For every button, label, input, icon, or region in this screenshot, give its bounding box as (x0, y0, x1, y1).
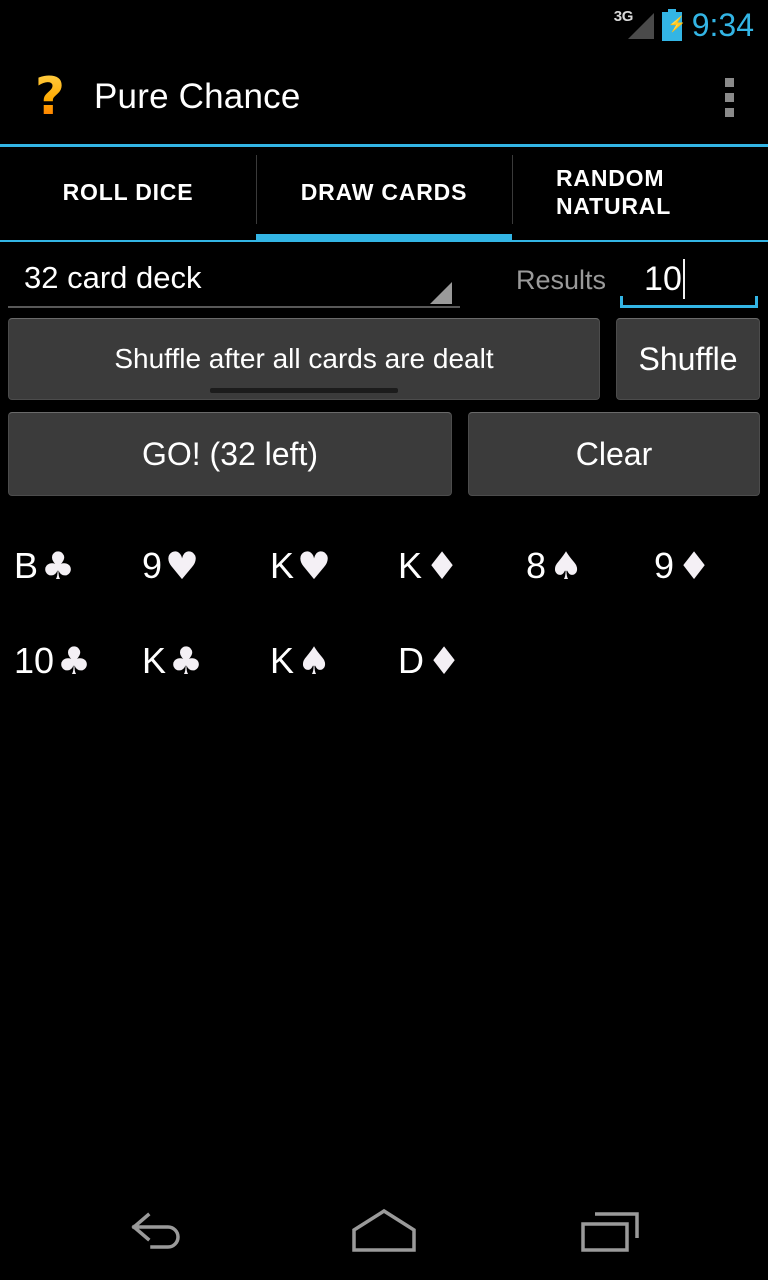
card-rank: 8 (526, 544, 547, 586)
recent-apps-icon[interactable] (553, 1197, 673, 1267)
card-suit-icon: ♣ (57, 638, 92, 683)
card-rank: K (398, 544, 423, 586)
question-mark-logo: ? (30, 69, 70, 125)
card-rank: 9 (654, 544, 675, 586)
main-content: 32 card deck Results 10 Shuffle after al… (0, 242, 768, 1184)
phone-screen: 3G ⚡ 9:34 ? Pure Chance ROLL DICE DRAW C (0, 0, 768, 1280)
result-card: K ♦ (398, 547, 526, 585)
card-suit-icon: ♦ (425, 543, 460, 588)
deck-spinner[interactable]: 32 card deck (8, 250, 460, 308)
result-card: 9 ♦ (654, 547, 768, 585)
deck-spinner-value: 32 card deck (24, 260, 202, 295)
card-suit-icon: ♦ (677, 543, 712, 588)
shuffle-row: Shuffle after all cards are dealt Shuffl… (8, 318, 760, 400)
results-input-value: 10 (644, 259, 682, 298)
android-nav-bar (0, 1184, 768, 1280)
action-bar: ? Pure Chance (0, 50, 768, 147)
card-rank: D (398, 639, 424, 681)
result-card: D ♦ (398, 642, 526, 680)
card-rank: B (14, 544, 39, 586)
home-icon[interactable] (324, 1197, 444, 1267)
overflow-dot (724, 107, 734, 117)
signal-triangle-icon: 3G (614, 8, 656, 42)
result-card: K ♠ (270, 642, 398, 680)
card-rank: 10 (14, 639, 55, 681)
result-card: 8 ♠ (526, 547, 654, 585)
card-rank: K (142, 639, 167, 681)
go-button-label: GO! (32 left) (141, 435, 319, 472)
status-bar-clock: 9:34 (691, 7, 754, 43)
toggle-label: Shuffle after all cards are dealt (114, 343, 494, 374)
overflow-dot (724, 92, 734, 102)
status-bar: 3G ⚡ 9:34 (0, 0, 768, 50)
charging-bolt-icon: ⚡ (667, 16, 687, 33)
battery-charging-icon: ⚡ (661, 9, 687, 41)
result-card: K ♥ (270, 547, 398, 585)
page-title: Pure Chance (94, 77, 301, 116)
card-suit-icon: ♠ (549, 543, 584, 588)
tab-roll-dice[interactable]: ROLL DICE (0, 147, 256, 242)
clear-button-label: Clear (575, 435, 653, 472)
status-bar-right: 3G ⚡ 9:34 (614, 8, 754, 42)
text-cursor (682, 259, 685, 299)
shuffle-after-dealt-toggle[interactable]: Shuffle after all cards are dealt (8, 318, 600, 400)
tab-label: DRAW CARDS (300, 178, 468, 205)
shuffle-button[interactable]: Shuffle (616, 318, 760, 400)
card-suit-icon: ♥ (297, 543, 332, 588)
result-card: 10 ♣ (14, 642, 142, 680)
result-card: B ♣ (14, 547, 142, 585)
tab-random-natural[interactable]: RANDOM NATURAL (512, 147, 768, 242)
card-suit-icon: ♣ (41, 543, 76, 588)
card-suit-icon: ♣ (169, 638, 204, 683)
card-rank: K (270, 544, 295, 586)
overflow-dot (724, 77, 734, 87)
card-rank: K (270, 639, 295, 681)
tab-bar: ROLL DICE DRAW CARDS RANDOM NATURAL (0, 147, 768, 242)
tab-label: ROLL DICE (62, 178, 194, 205)
result-card: 9 ♥ (142, 547, 270, 585)
card-row: B ♣ 9 ♥ K ♥ K ♦ 8 ♠ 9 ♦ (14, 518, 754, 613)
card-suit-icon: ♠ (297, 638, 332, 683)
card-row: 10 ♣ K ♣ K ♠ D ♦ (14, 613, 754, 708)
toggle-state-indicator (210, 388, 398, 393)
spinner-arrow-icon (430, 282, 452, 304)
card-rank: 9 (142, 544, 163, 586)
deck-and-results-row: 32 card deck Results 10 (8, 242, 760, 308)
overflow-menu-icon[interactable] (714, 69, 750, 125)
tab-underline-active (256, 234, 512, 242)
results-card-list: B ♣ 9 ♥ K ♥ K ♦ 8 ♠ 9 ♦ 10 ♣ K ♣ K ♠ D ♦ (8, 518, 760, 708)
signal-bars-shape (627, 13, 654, 39)
tab-label: RANDOM NATURAL (556, 164, 672, 219)
clear-button[interactable]: Clear (468, 412, 760, 496)
go-button[interactable]: GO! (32 left) (8, 412, 452, 496)
results-input[interactable]: 10 (620, 250, 759, 308)
shuffle-button-label: Shuffle (638, 340, 738, 377)
results-label: Results (516, 265, 607, 295)
go-clear-row: GO! (32 left) Clear (8, 412, 760, 496)
tab-draw-cards[interactable]: DRAW CARDS (256, 147, 512, 242)
card-suit-icon: ♦ (427, 638, 462, 683)
result-card: K ♣ (142, 642, 270, 680)
back-arrow-icon[interactable] (95, 1197, 215, 1267)
input-underline (620, 296, 759, 308)
card-suit-icon: ♥ (165, 543, 200, 588)
